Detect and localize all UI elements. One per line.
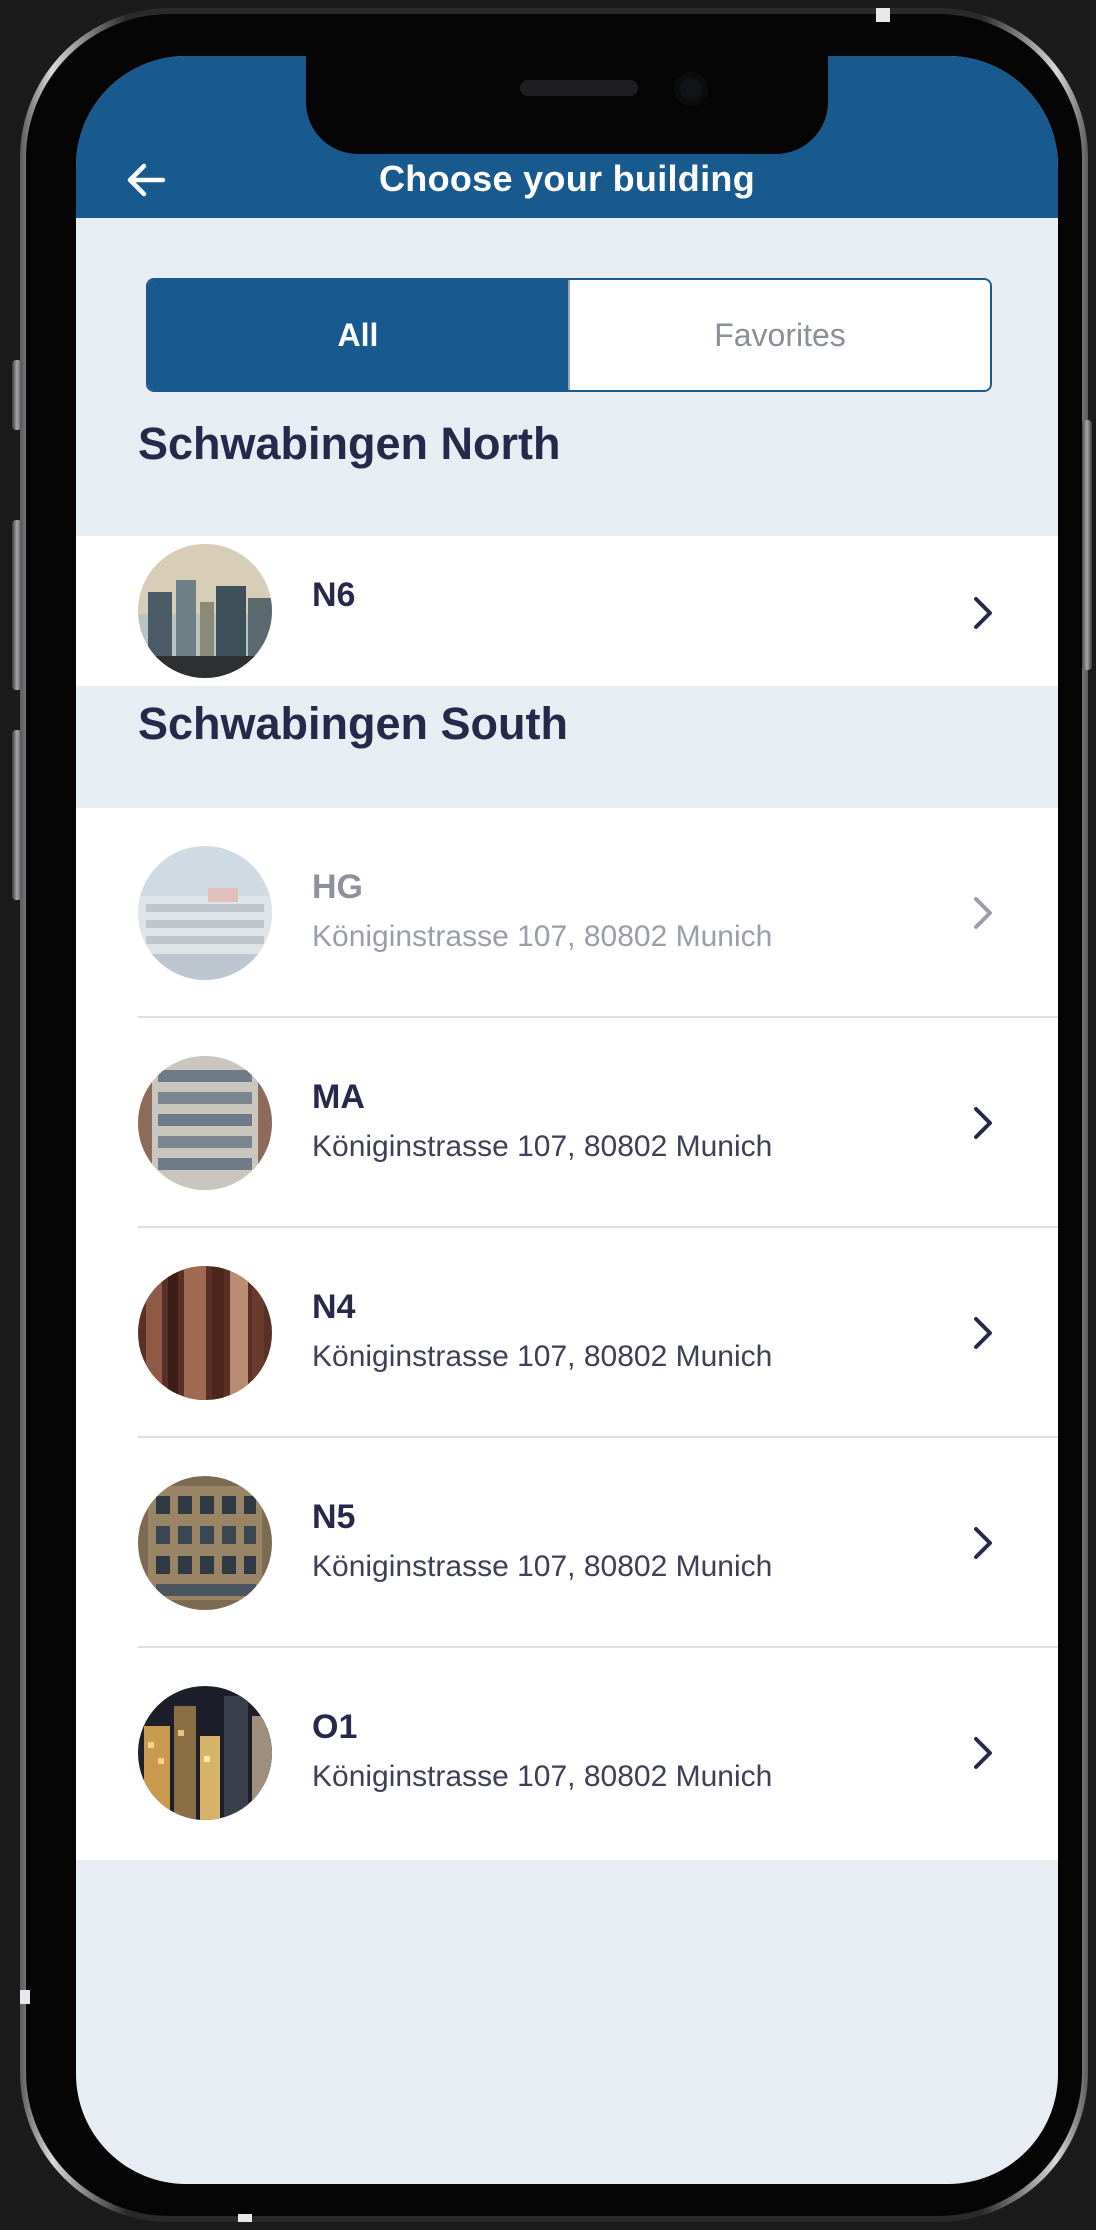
building-photo-n5	[138, 1476, 272, 1610]
antenna-band	[238, 2214, 252, 2222]
front-camera	[674, 72, 708, 106]
speaker-grille	[520, 80, 638, 96]
building-photo-hg	[138, 846, 272, 980]
building-name: N5	[312, 1498, 356, 1536]
tab-favorites[interactable]: Favorites	[568, 280, 990, 390]
section-heading-schwabingen-south: Schwabingen South	[138, 698, 569, 749]
building-photo-n4	[138, 1266, 272, 1400]
building-name: O1	[312, 1708, 358, 1746]
chevron-right-icon	[962, 892, 1004, 934]
section-heading-schwabingen-north: Schwabingen North	[138, 418, 561, 469]
phone-bezel: Choose your building All Favorites Schwa…	[26, 14, 1082, 2216]
building-name: HG	[312, 868, 363, 906]
building-address: Königinstrasse 107, 80802 Munich	[312, 1130, 773, 1163]
app-screen: Choose your building All Favorites Schwa…	[76, 56, 1058, 2184]
page-title: Choose your building	[379, 158, 755, 199]
building-name: MA	[312, 1078, 365, 1116]
chevron-right-icon	[962, 1102, 1004, 1144]
volume-down-button	[12, 730, 22, 900]
building-item-hg[interactable]: HG Königinstrasse 107, 80802 Munich	[76, 808, 1058, 1018]
building-photo-o1	[138, 1686, 272, 1820]
chevron-right-icon	[962, 1522, 1004, 1564]
building-address: Königinstrasse 107, 80802 Munich	[312, 920, 773, 953]
volume-up-button	[12, 520, 22, 690]
phone-frame: Choose your building All Favorites Schwa…	[20, 8, 1088, 2222]
building-list-north: N6	[76, 536, 1058, 686]
building-item-n5[interactable]: N5 Königinstrasse 107, 80802 Munich	[76, 1438, 1058, 1648]
building-item-n6[interactable]: N6	[76, 536, 1058, 686]
mute-switch	[12, 360, 22, 430]
building-photo-n6	[138, 544, 272, 678]
building-item-n4[interactable]: N4 Königinstrasse 107, 80802 Munich	[76, 1228, 1058, 1438]
antenna-band	[876, 8, 890, 22]
building-list-south: HG Königinstrasse 107, 80802 Munich MA K…	[76, 808, 1058, 1860]
building-address: Königinstrasse 107, 80802 Munich	[312, 1550, 773, 1583]
building-name: N6	[312, 576, 356, 614]
power-button	[1082, 420, 1092, 670]
chevron-right-icon	[962, 1732, 1004, 1774]
phone-notch	[306, 56, 828, 154]
building-item-o1[interactable]: O1 Königinstrasse 107, 80802 Munich	[76, 1648, 1058, 1858]
building-address: Königinstrasse 107, 80802 Munich	[312, 1340, 773, 1373]
building-photo-ma	[138, 1056, 272, 1190]
filter-segmented-control: All Favorites	[146, 278, 992, 392]
antenna-band	[20, 1990, 30, 2004]
building-name: N4	[312, 1288, 356, 1326]
building-address: Königinstrasse 107, 80802 Munich	[312, 1760, 773, 1793]
tab-all[interactable]: All	[148, 280, 568, 390]
building-item-ma[interactable]: MA Königinstrasse 107, 80802 Munich	[76, 1018, 1058, 1228]
chevron-right-icon	[962, 1312, 1004, 1354]
chevron-right-icon	[962, 592, 1004, 634]
